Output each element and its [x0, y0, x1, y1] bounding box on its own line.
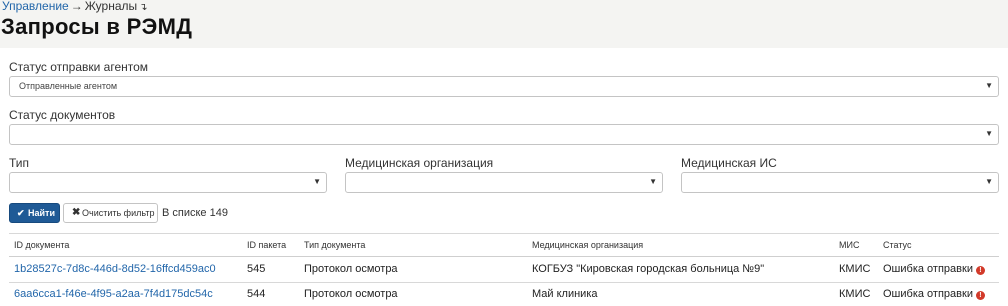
breadcrumb-current[interactable]: Журналы [85, 0, 137, 13]
page-header: Управление → Журналы ↴ Запросы в РЭМД [0, 0, 1008, 48]
med-org-label: Медицинская организация [345, 156, 494, 170]
doc-type: Протокол осмотра [304, 263, 398, 275]
status-cell: Ошибка отправки! [883, 263, 985, 275]
table-header-border [9, 256, 999, 257]
col-header-status: Статус [883, 240, 912, 250]
status-cell: Ошибка отправки! [883, 288, 985, 300]
doc-type: Протокол осмотра [304, 288, 398, 300]
breadcrumb-link-management[interactable]: Управление [2, 0, 69, 13]
agent-status-select[interactable]: Отправленные агентом ▼ [9, 76, 999, 97]
package-id: 544 [247, 288, 266, 300]
type-select[interactable]: ▼ [9, 172, 327, 193]
find-button[interactable]: ✔ Найти [9, 203, 60, 223]
caret-down-icon: ▼ [985, 177, 993, 186]
clear-filter-label: Очистить фильтр [82, 208, 155, 218]
doc-status-select[interactable]: ▼ [9, 124, 999, 145]
mis: КМИС [839, 288, 871, 300]
med-org: Май клиника [532, 288, 598, 300]
table-top-border [9, 233, 999, 234]
package-id: 545 [247, 263, 266, 275]
breadcrumb-caret-icon[interactable]: ↴ [139, 2, 147, 13]
x-icon: ✖ [72, 207, 81, 218]
caret-down-icon: ▼ [313, 177, 321, 186]
col-header-package-id: ID пакета [247, 240, 287, 250]
doc-id-link[interactable]: 1b28527c-7d8c-446d-8d52-16ffcd459ac0 [14, 263, 216, 275]
caret-down-icon: ▼ [985, 81, 993, 90]
list-count: В списке 149 [162, 207, 228, 219]
agent-status-label: Статус отправки агентом [9, 60, 149, 74]
doc-id-link[interactable]: 6aa6cca1-f46e-4f95-a2aa-7f4d175dc54c [14, 288, 213, 300]
row-divider [9, 282, 999, 283]
page-title: Запросы в РЭМД [1, 14, 193, 39]
type-label: Тип [9, 156, 30, 170]
med-is-select[interactable]: ▼ [681, 172, 999, 193]
doc-status-label: Статус документов [9, 108, 116, 122]
mis: КМИС [839, 263, 871, 275]
exclamation-circle-icon[interactable]: ! [975, 266, 985, 275]
med-org: КОГБУЗ "Кировская городская больница №9" [532, 263, 765, 275]
col-header-doc-id: ID документа [14, 240, 70, 250]
status-text: Ошибка отправки [883, 288, 973, 300]
check-icon: ✔ [17, 208, 25, 218]
med-is-label: Медицинская ИС [681, 156, 777, 170]
col-header-mis: МИС [839, 240, 860, 250]
status-text: Ошибка отправки [883, 263, 973, 275]
clear-filter-button[interactable]: ✖ Очистить фильтр [63, 203, 158, 223]
exclamation-circle-icon[interactable]: ! [975, 291, 985, 300]
caret-down-icon: ▼ [649, 177, 657, 186]
find-button-label: Найти [28, 208, 55, 218]
caret-down-icon: ▼ [985, 129, 993, 138]
breadcrumb: Управление → Журналы ↴ [2, 0, 148, 14]
med-org-select[interactable]: ▼ [345, 172, 663, 193]
breadcrumb-separator: → [70, 0, 83, 13]
col-header-med-org: Медицинская организация [532, 240, 644, 250]
agent-status-value: Отправленные агентом [19, 81, 118, 91]
col-header-doc-type: Тип документа [304, 240, 366, 250]
